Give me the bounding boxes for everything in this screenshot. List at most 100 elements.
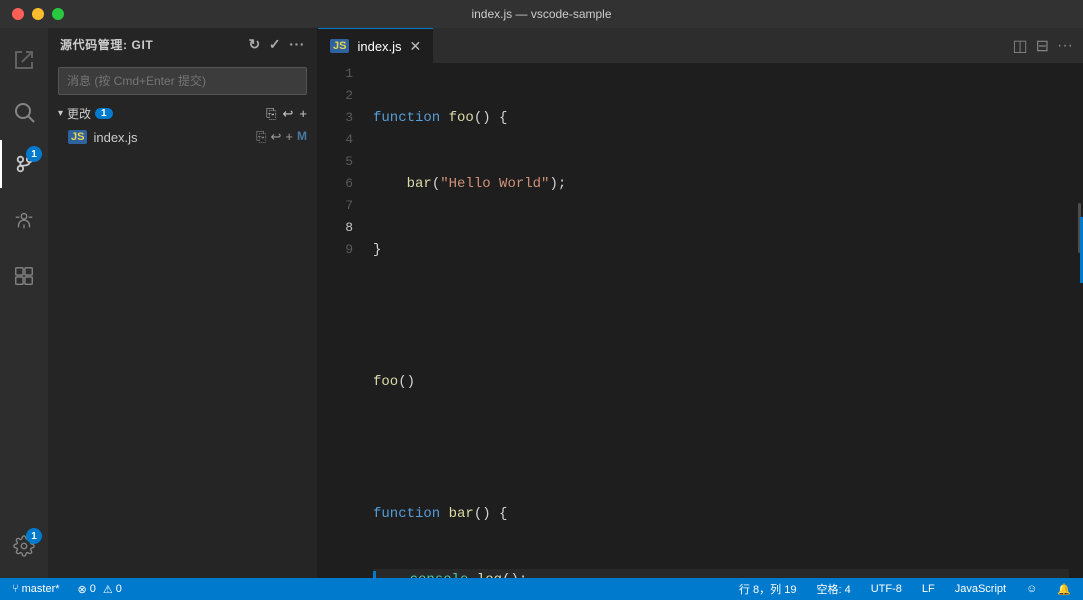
maximize-button[interactable] [52, 8, 64, 20]
status-bar: ⑂ master* ⊗ 0 ⚠ 0 行 8，列 19 空格: 4 UTF-8 L… [0, 578, 1083, 600]
line-num-9: 9 [318, 239, 353, 261]
discard-icon[interactable]: ↩ [283, 106, 294, 122]
more-actions-icon[interactable]: ··· [1057, 37, 1073, 55]
open-icon[interactable]: ⎘ [256, 129, 266, 145]
sidebar: 源代码管理: GIT ↻ ✓ ··· ▾ 更改 1 ⎘ ↩ + [48, 28, 318, 578]
tab-close-icon[interactable]: ✕ [410, 38, 422, 55]
error-count: 0 [90, 583, 96, 595]
tab-bar: JS index.js ✕ ◫ ⊟ ··· [318, 28, 1083, 63]
explorer-icon[interactable] [0, 36, 48, 84]
window-title: index.js — vscode-sample [471, 7, 611, 21]
refresh-icon[interactable]: ↻ [249, 36, 261, 53]
language-mode[interactable]: JavaScript [951, 583, 1010, 595]
search-icon[interactable] [0, 88, 48, 136]
more-icon[interactable]: ··· [289, 36, 305, 53]
split-editor-icon[interactable]: ◫ [1012, 36, 1027, 56]
undo-icon[interactable]: ↩ [271, 129, 282, 145]
line-ending[interactable]: LF [918, 583, 939, 595]
chevron-down-icon: ▾ [58, 108, 63, 119]
filename: index.js [93, 130, 137, 145]
window-controls [12, 8, 64, 20]
code-line-6 [373, 437, 1069, 459]
activity-bar: 1 [0, 28, 48, 578]
split-right-icon[interactable]: ⊟ [1036, 36, 1049, 56]
cursor-position[interactable]: 行 8，列 19 [735, 581, 800, 597]
file-item[interactable]: JS index.js ⎘ ↩ + M [48, 126, 317, 148]
code-line-1: function foo() { [373, 107, 1069, 129]
git-branch-status[interactable]: ⑂ master* [8, 583, 64, 595]
git-branch-icon: ⑂ [12, 583, 19, 595]
spaces-text: 空格: 4 [816, 581, 850, 597]
line-num-4: 4 [318, 129, 353, 151]
git-icon[interactable]: 1 [0, 140, 48, 188]
tab-actions: ◫ ⊟ ··· [1012, 28, 1083, 63]
debug-icon[interactable] [0, 196, 48, 244]
warning-count: 0 [116, 583, 122, 595]
changes-section-header[interactable]: ▾ 更改 1 ⎘ ↩ + [48, 101, 317, 126]
line-num-3: 3 [318, 107, 353, 129]
commit-input-area [48, 61, 317, 101]
code-content[interactable]: function foo() { bar("Hello World"); } f… [363, 63, 1069, 578]
smiley-icon[interactable]: ☺ [1022, 583, 1041, 595]
extensions-icon[interactable] [0, 252, 48, 300]
line-num-5: 5 [318, 151, 353, 173]
main-layout: 1 [0, 28, 1083, 578]
line-num-2: 2 [318, 85, 353, 107]
line-num-7: 7 [318, 195, 353, 217]
status-bar-left: ⑂ master* ⊗ 0 ⚠ 0 [8, 583, 126, 596]
stage-icon[interactable]: + [285, 129, 293, 145]
scrollbar[interactable] [1069, 63, 1083, 578]
encoding-text: UTF-8 [871, 583, 902, 595]
git-badge: 1 [26, 146, 42, 162]
indentation[interactable]: 空格: 4 [812, 581, 854, 597]
code-line-4 [373, 305, 1069, 327]
line-num-6: 6 [318, 173, 353, 195]
line-num-1: 1 [318, 63, 353, 85]
close-button[interactable] [12, 8, 24, 20]
line-numbers: 1 2 3 4 5 6 7 8 9 [318, 63, 363, 578]
changes-label: 更改 [67, 105, 91, 122]
bell-icon: 🔔 [1057, 583, 1071, 596]
code-editor[interactable]: 1 2 3 4 5 6 7 8 9 function foo() { bar("… [318, 63, 1083, 578]
code-line-5: foo() [373, 371, 1069, 393]
line-num-8: 8 [318, 217, 353, 239]
sidebar-header-actions: ↻ ✓ ··· [249, 36, 305, 53]
checkmark-icon[interactable]: ✓ [269, 36, 281, 53]
tab-index-js[interactable]: JS index.js ✕ [318, 28, 433, 63]
stage-all-icon[interactable]: + [299, 106, 307, 122]
settings-badge: 1 [26, 528, 42, 544]
feedback-icon: ☺ [1026, 583, 1037, 595]
line-ending-text: LF [922, 583, 935, 595]
settings-icon[interactable]: 1 [0, 522, 48, 570]
position-text: 行 8，列 19 [739, 581, 796, 597]
notifications-icon[interactable]: 🔔 [1053, 583, 1075, 596]
changes-section-actions: ⎘ ↩ + [266, 106, 307, 122]
warning-icon: ⚠ [103, 583, 113, 596]
changes-section-left: ▾ 更改 1 [58, 105, 113, 122]
titlebar: index.js — vscode-sample [0, 0, 1083, 28]
code-line-2: bar("Hello World"); [373, 173, 1069, 195]
code-line-7: function bar() { [373, 503, 1069, 525]
status-bar-right: 行 8，列 19 空格: 4 UTF-8 LF JavaScript ☺ 🔔 [735, 581, 1075, 597]
code-line-3: } [373, 239, 1069, 261]
sidebar-title: 源代码管理: GIT [60, 36, 153, 53]
minimize-button[interactable] [32, 8, 44, 20]
editor-area: JS index.js ✕ ◫ ⊟ ··· 1 2 3 4 5 6 7 8 9 [318, 28, 1083, 578]
file-item-left: JS index.js [68, 130, 138, 145]
code-line-8: console.log(); [373, 569, 1069, 578]
modified-marker: M [297, 129, 307, 145]
activity-bar-bottom: 1 [0, 522, 48, 570]
errors-status[interactable]: ⊗ 0 ⚠ 0 [74, 583, 126, 596]
open-file-icon[interactable]: ⎘ [266, 106, 276, 122]
tab-filename: index.js [357, 39, 401, 54]
file-item-actions: ⎘ ↩ + M [256, 129, 307, 145]
commit-message-input[interactable] [58, 67, 307, 95]
language-text: JavaScript [955, 583, 1006, 595]
tab-js-icon: JS [330, 39, 349, 53]
sidebar-header: 源代码管理: GIT ↻ ✓ ··· [48, 28, 317, 61]
branch-name: master* [22, 583, 60, 595]
encoding[interactable]: UTF-8 [867, 583, 906, 595]
js-file-icon: JS [68, 130, 87, 144]
error-icon: ⊗ [78, 583, 87, 596]
changes-count: 1 [95, 108, 113, 119]
